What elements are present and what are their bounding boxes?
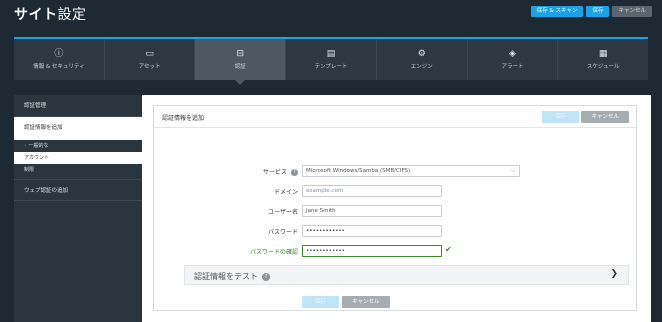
form-save-button[interactable]: 保存 (302, 296, 340, 308)
password-input[interactable]: •••••••••••• (302, 225, 442, 237)
auth-icon: ⊟ (236, 49, 245, 59)
username-input[interactable]: Jane Smith (302, 205, 442, 217)
help-icon[interactable]: ? (262, 272, 270, 281)
tab-assets[interactable]: ▭ アセット (105, 39, 196, 80)
tab-info-security[interactable]: ⓘ 情報 & セキュリティ (14, 39, 105, 80)
tab-label: 認証 (234, 64, 246, 70)
sidebar-item-web-auth[interactable]: ウェブ認証の追加 (14, 179, 142, 201)
template-icon: ▤ (326, 49, 336, 59)
sidebar-subitem-restrictions[interactable]: 制限 (14, 164, 142, 176)
save-and-scan-button[interactable]: 保存 & スキャン (530, 6, 584, 17)
page-title-light: 設定 (57, 7, 87, 23)
page-title-bold: サイト (14, 7, 58, 23)
chevron-down-icon: ⌵ (510, 167, 515, 174)
schedule-icon: ▦ (598, 49, 608, 59)
checkmark-icon: ✔ (445, 245, 452, 254)
card-title: 認証情報を追加 (162, 115, 205, 122)
tab-label: 情報 & セキュリティ (33, 64, 85, 70)
save-button[interactable]: 保存 (586, 6, 610, 17)
sidebar-subitem-account[interactable]: アカウント (14, 152, 142, 164)
cancel-button[interactable]: キャンセル (612, 6, 652, 17)
card-header: 認証情報を追加 保存 キャンセル (154, 106, 636, 128)
service-label: サービス? (263, 167, 298, 176)
test-credentials-bar[interactable]: 認証情報をテスト? ❯ (184, 265, 629, 285)
card-save-button[interactable]: 保存 (542, 111, 580, 123)
form-cancel-button[interactable]: キャンセル (342, 296, 390, 308)
page-title: サイト設定 (14, 4, 87, 24)
sidebar-subitem-label: 一般的な (28, 143, 49, 149)
info-icon: ⓘ (54, 49, 64, 59)
domain-input[interactable]: example.com (302, 185, 442, 197)
password-row: パスワード •••••••••••• (154, 225, 638, 237)
service-select[interactable]: Microsoft Windows/Samba (SMB/CIFS) ⌵ (302, 165, 520, 177)
tab-label: アセット (138, 64, 161, 70)
service-select-value: Microsoft Windows/Samba (SMB/CIFS) (306, 168, 411, 174)
sidebar-subitem-general[interactable]: • 一般的な (14, 140, 142, 152)
password-label: パスワード (267, 229, 298, 236)
confirm-password-input[interactable]: •••••••••••• (302, 245, 442, 257)
sidebar: 認証管理 認証情報を追加 • 一般的な アカウント 制限 ウェブ認証の追加 (14, 95, 142, 322)
tab-schedule[interactable]: ▦ スケジュール (558, 39, 648, 80)
credentials-card: 認証情報を追加 保存 キャンセル サービス? Microsoft Windows… (153, 105, 637, 311)
assets-icon: ▭ (145, 49, 154, 59)
card-actions: 保存 キャンセル (542, 111, 629, 123)
tab-templates[interactable]: ▤ テンプレート (286, 39, 377, 80)
service-row: サービス? Microsoft Windows/Samba (SMB/CIFS)… (154, 165, 638, 177)
form-actions: 保存 キャンセル (302, 296, 390, 308)
engine-icon: ⚙ (417, 49, 426, 59)
tab-label: テンプレート (314, 64, 348, 70)
tab-engines[interactable]: ⚙ エンジン (377, 39, 468, 80)
test-credentials-label: 認証情報をテスト? (194, 271, 270, 282)
tab-alerts[interactable]: ◈ アラート (468, 39, 559, 80)
username-row: ユーザー名 Jane Smith (154, 205, 638, 217)
tab-label: スケジュール (586, 64, 620, 70)
header-actions: 保存 & スキャン 保存 キャンセル (530, 6, 652, 17)
confirm-password-row: パスワードの確認 •••••••••••• ✔ (154, 245, 638, 257)
service-label-text: サービス (262, 169, 287, 176)
domain-label: ドメイン (273, 189, 298, 196)
settings-tabs: ⓘ 情報 & セキュリティ ▭ アセット ⊟ 認証 ▤ テンプレート ⚙ エンジ… (14, 37, 648, 85)
chevron-right-icon: ❯ (610, 269, 618, 279)
main-panel: 認証情報を追加 保存 キャンセル サービス? Microsoft Windows… (142, 95, 651, 322)
card-cancel-button[interactable]: キャンセル (581, 111, 629, 123)
tab-label: エンジン (410, 64, 433, 70)
confirm-password-label: パスワードの確認 (249, 249, 298, 256)
username-label: ユーザー名 (268, 209, 298, 216)
domain-row: ドメイン example.com (154, 185, 638, 197)
alert-icon: ◈ (508, 49, 516, 59)
tab-authentication[interactable]: ⊟ 認証 (195, 39, 287, 85)
test-credentials-text: 認証情報をテスト (194, 272, 258, 281)
sidebar-item-manage[interactable]: 認証管理 (14, 95, 142, 117)
help-icon[interactable]: ? (291, 169, 298, 176)
sidebar-item-add-credentials[interactable]: 認証情報を追加 (14, 117, 142, 140)
tab-label: アラート (501, 64, 524, 70)
